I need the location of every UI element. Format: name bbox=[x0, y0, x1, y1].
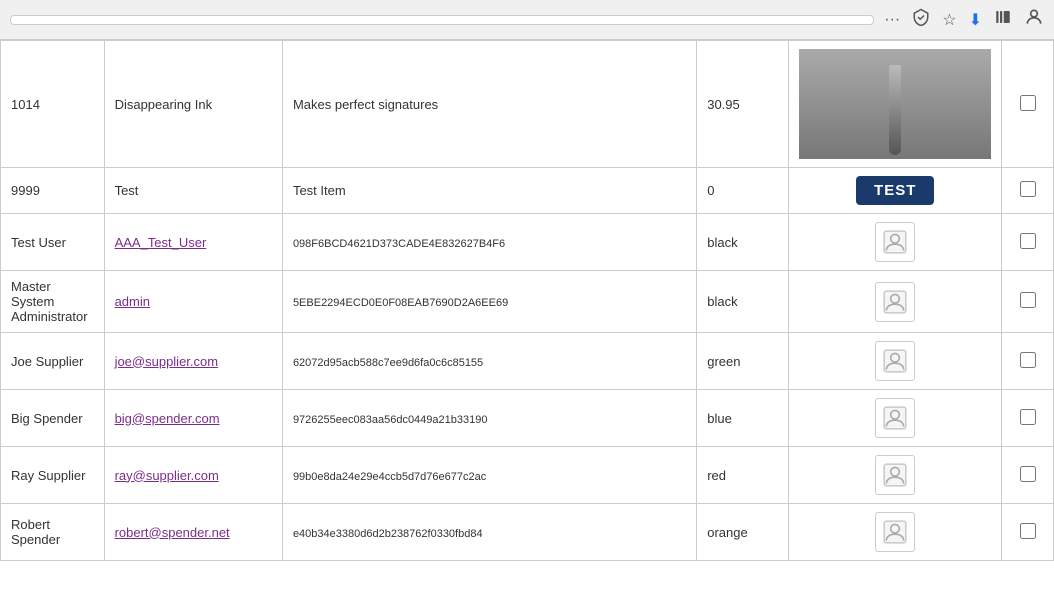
cell-price: green bbox=[697, 333, 789, 390]
row-checkbox[interactable] bbox=[1020, 466, 1036, 482]
row-checkbox[interactable] bbox=[1020, 352, 1036, 368]
cell-checkbox[interactable] bbox=[1002, 41, 1054, 168]
name-link[interactable]: robert@spender.net bbox=[115, 525, 230, 540]
test-badge: TEST bbox=[856, 176, 934, 205]
cell-checkbox[interactable] bbox=[1002, 447, 1054, 504]
table-row: 1014Disappearing InkMakes perfect signat… bbox=[1, 41, 1054, 168]
cell-description: Test Item bbox=[282, 168, 696, 214]
cell-name: joe@supplier.com bbox=[104, 333, 282, 390]
cell-price: 0 bbox=[697, 168, 789, 214]
cell-description: 5EBE2294ECD0E0F08EAB7690D2A6EE69 bbox=[282, 271, 696, 333]
cell-image bbox=[789, 214, 1002, 271]
row-checkbox[interactable] bbox=[1020, 95, 1036, 111]
name-link[interactable]: admin bbox=[115, 294, 150, 309]
cell-image bbox=[789, 271, 1002, 333]
cell-checkbox[interactable] bbox=[1002, 271, 1054, 333]
bookmark-icon[interactable]: ☆ bbox=[942, 10, 956, 30]
url-bar[interactable] bbox=[10, 15, 874, 25]
cell-checkbox[interactable] bbox=[1002, 214, 1054, 271]
row-checkbox[interactable] bbox=[1020, 409, 1036, 425]
results-table: 1014Disappearing InkMakes perfect signat… bbox=[0, 40, 1054, 561]
cell-name: Test bbox=[104, 168, 282, 214]
cell-id: Ray Supplier bbox=[1, 447, 105, 504]
user-image-icon bbox=[875, 341, 915, 381]
cell-name: Disappearing Ink bbox=[104, 41, 282, 168]
row-checkbox[interactable] bbox=[1020, 181, 1036, 197]
download-icon[interactable]: ⬇ bbox=[969, 10, 982, 30]
table-row: 9999TestTest Item0 TEST bbox=[1, 168, 1054, 214]
cell-name: robert@spender.net bbox=[104, 504, 282, 561]
name-link[interactable]: ray@supplier.com bbox=[115, 468, 219, 483]
cell-price: red bbox=[697, 447, 789, 504]
user-image-icon bbox=[875, 455, 915, 495]
cell-checkbox[interactable] bbox=[1002, 504, 1054, 561]
library-icon[interactable] bbox=[994, 8, 1012, 31]
user-image-icon bbox=[875, 282, 915, 322]
cell-price: 30.95 bbox=[697, 41, 789, 168]
profile-icon[interactable] bbox=[1024, 7, 1044, 32]
cell-description: e40b34e3380d6d2b238762f0330fbd84 bbox=[282, 504, 696, 561]
cell-id: 1014 bbox=[1, 41, 105, 168]
cell-checkbox[interactable] bbox=[1002, 390, 1054, 447]
cell-name: ray@supplier.com bbox=[104, 447, 282, 504]
cell-name: admin bbox=[104, 271, 282, 333]
browser-toolbar: ··· ☆ ⬇ bbox=[0, 0, 1054, 40]
cell-name: AAA_Test_User bbox=[104, 214, 282, 271]
table-row: Robert Spender robert@spender.net e40b34e3… bbox=[1, 504, 1054, 561]
user-image-icon bbox=[875, 512, 915, 552]
row-checkbox[interactable] bbox=[1020, 233, 1036, 249]
cell-image: TEST bbox=[789, 168, 1002, 214]
more-options-icon[interactable]: ··· bbox=[884, 11, 900, 29]
cell-id: Test User bbox=[1, 214, 105, 271]
cell-description: 62072d95acb588c7ee9d6fa0c6c85155 bbox=[282, 333, 696, 390]
table-row: Ray Supplier ray@supplier.com 99b0e8da24e2… bbox=[1, 447, 1054, 504]
name-link[interactable]: joe@supplier.com bbox=[115, 354, 219, 369]
cell-price: black bbox=[697, 271, 789, 333]
name-link[interactable]: AAA_Test_User bbox=[115, 235, 207, 250]
user-image-icon bbox=[875, 398, 915, 438]
pocket-icon[interactable] bbox=[912, 8, 930, 31]
cell-image bbox=[789, 41, 1002, 168]
name-link[interactable]: big@spender.com bbox=[115, 411, 220, 426]
cell-name: big@spender.com bbox=[104, 390, 282, 447]
cell-id: 9999 bbox=[1, 168, 105, 214]
cell-description: 99b0e8da24e29e4ccb5d7d76e677c2ac bbox=[282, 447, 696, 504]
table-row: Master System Administrator admin 5EBE2294… bbox=[1, 271, 1054, 333]
cell-price: orange bbox=[697, 504, 789, 561]
row-checkbox[interactable] bbox=[1020, 292, 1036, 308]
cell-image bbox=[789, 390, 1002, 447]
cell-image bbox=[789, 504, 1002, 561]
cell-checkbox[interactable] bbox=[1002, 168, 1054, 214]
cell-image bbox=[789, 447, 1002, 504]
cell-id: Big Spender bbox=[1, 390, 105, 447]
cell-id: Master System Administrator bbox=[1, 271, 105, 333]
table-row: Test User AAA_Test_User 098F6BCD4621D373CA… bbox=[1, 214, 1054, 271]
table-row: Joe Supplier joe@supplier.com 62072d95acb5… bbox=[1, 333, 1054, 390]
row-checkbox[interactable] bbox=[1020, 523, 1036, 539]
cell-description: Makes perfect signatures bbox=[282, 41, 696, 168]
cell-checkbox[interactable] bbox=[1002, 333, 1054, 390]
cell-image bbox=[789, 333, 1002, 390]
cell-price: black bbox=[697, 214, 789, 271]
cell-id: Robert Spender bbox=[1, 504, 105, 561]
cell-id: Joe Supplier bbox=[1, 333, 105, 390]
results-table-wrapper: 1014Disappearing InkMakes perfect signat… bbox=[0, 40, 1054, 561]
cell-price: blue bbox=[697, 390, 789, 447]
table-row: Big Spender big@spender.com 9726255eec083a… bbox=[1, 390, 1054, 447]
product-image bbox=[799, 49, 991, 159]
cell-description: 9726255eec083aa56dc0449a21b33190 bbox=[282, 390, 696, 447]
cell-description: 098F6BCD4621D373CADE4E832627B4F6 bbox=[282, 214, 696, 271]
user-image-icon bbox=[875, 222, 915, 262]
